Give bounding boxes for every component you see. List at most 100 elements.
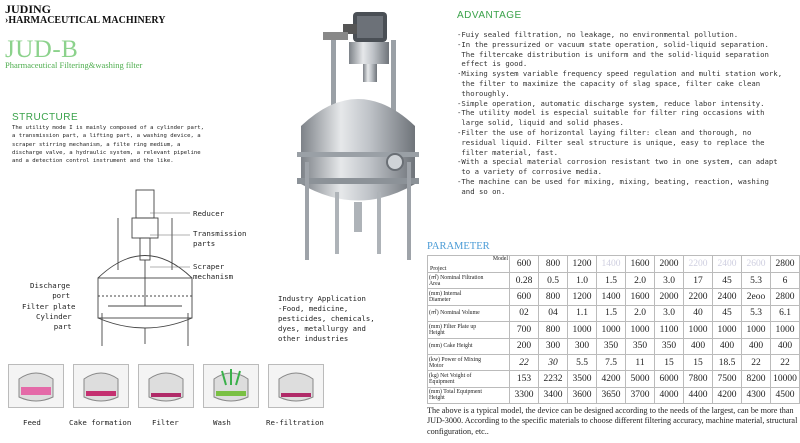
table-cell: 800 xyxy=(538,321,568,339)
table-cell: 7.5 xyxy=(596,353,626,372)
table-cell: 2800 xyxy=(770,288,800,306)
table-cell: 1.0 xyxy=(567,271,597,290)
table-cell: 6.1 xyxy=(770,304,800,323)
structure-line: The utility mode I is mainly composed of… xyxy=(12,125,204,131)
table-cell: 4200 xyxy=(596,370,626,388)
table-cell: 400 xyxy=(712,337,742,355)
parameter-title: PARAMETER xyxy=(427,241,490,252)
table-cell: 1200 xyxy=(567,288,597,306)
stage-label: Cake formation xyxy=(69,418,132,427)
stage-wash-image xyxy=(203,364,259,408)
table-cell: 17 xyxy=(683,271,713,290)
table-cell: 11 xyxy=(625,353,655,372)
parameter-footnote: The above is a typical model, the device… xyxy=(427,406,798,436)
table-cell: 400 xyxy=(683,337,713,355)
table-cell: 10000 xyxy=(770,370,800,388)
row-label: (㎡) Nominal Filtration Area xyxy=(427,271,510,290)
table-cell: 3600 xyxy=(567,386,597,405)
stage-label: Filter xyxy=(152,418,179,427)
table-cell: 45 xyxy=(712,271,742,290)
table-cell: 1.1 xyxy=(567,304,597,323)
model-header-cell: 2400 xyxy=(712,255,742,273)
table-cell: 1400 xyxy=(596,288,626,306)
table-cell: 02 xyxy=(509,304,539,323)
table-cell: 2200 xyxy=(683,288,713,306)
header-model-label: Model xyxy=(492,256,508,262)
brand-name: JUDING xyxy=(5,2,52,16)
structure-heading: STRUCTURE xyxy=(12,112,79,123)
label-discharge: Discharge port xyxy=(30,281,71,300)
table-cell: 1000 xyxy=(770,321,800,339)
table-cell: 2000 xyxy=(654,288,684,306)
table-cell: 1000 xyxy=(712,321,742,339)
advantage-item: -In the pressurized or vacuum state oper… xyxy=(457,39,769,49)
row-label: (mm) Total Equipment Height xyxy=(427,386,510,405)
table-row: (mm) Total Equipment Height 3300 3400 3600 3… xyxy=(427,386,800,405)
table-cell: 300 xyxy=(567,337,597,355)
table-cell: 600 xyxy=(509,288,539,306)
label-scraper: Scraper mechanism xyxy=(193,262,234,281)
table-cell: 3.0 xyxy=(654,271,684,290)
table-cell: 4400 xyxy=(683,386,713,405)
table-row: (mm) Filter Plate up Height 700 800 1000 100… xyxy=(427,321,800,339)
table-cell: 6 xyxy=(770,271,800,290)
table-row: (㎡) Nominal Filtration Area 0.28 0.5 1.0 1.5… xyxy=(427,271,800,290)
table-row: (mm) Internal Diameter 600 800 1200 1400 1600… xyxy=(427,288,800,306)
table-cell: 800 xyxy=(538,288,568,306)
brand-logo: JUDING ›HARMACEUTICAL MACHINERY xyxy=(5,3,165,27)
table-cell: 7500 xyxy=(712,370,742,388)
stage-feed-image xyxy=(8,364,64,408)
table-cell: 4500 xyxy=(770,386,800,405)
table-cell: 1.5 xyxy=(596,271,626,290)
table-cell: 300 xyxy=(538,337,568,355)
table-cell: 22 xyxy=(770,353,800,372)
table-cell: 200 xyxy=(509,337,539,355)
table-row: (㎥) Nominal Volume 02 04 1.1 1.5 2.0 3.0 40 45 5.… xyxy=(427,304,800,323)
table-cell: 1000 xyxy=(683,321,713,339)
table-cell: 5.3 xyxy=(741,304,771,323)
table-corner-cell: Model Project xyxy=(427,255,510,273)
stage-cake-image xyxy=(73,364,129,408)
table-cell: 8200 xyxy=(741,370,771,388)
parameter-table: Model Project 600 800 1200 1400 1600 2000 2200… xyxy=(427,255,800,405)
table-cell: 0.5 xyxy=(538,271,568,290)
advantage-item: -Filter the use of horizontal laying fil… xyxy=(457,127,765,157)
row-label: (㎥) Nominal Volume xyxy=(427,304,510,323)
table-cell: 2.0 xyxy=(625,304,655,323)
table-cell: 400 xyxy=(770,337,800,355)
row-label: (kw) Power of Mixing Motor xyxy=(427,353,510,372)
row-label: (kg) Net Voight of Equipment xyxy=(427,370,510,388)
table-cell: 2232 xyxy=(538,370,568,388)
stage-label: Re-filtration xyxy=(266,418,324,427)
model-header-cell: 2800 xyxy=(770,255,800,273)
stage-label: Feed xyxy=(23,418,41,427)
model-header-cell: 1600 xyxy=(625,255,655,273)
table-cell: 0.28 xyxy=(509,271,539,290)
stage-refiltration-image xyxy=(268,364,324,408)
row-label: (mm) Internal Diameter xyxy=(427,288,510,306)
table-cell: 1000 xyxy=(741,321,771,339)
row-label: (mm) Cake Height xyxy=(427,337,510,355)
label-filter-plate: Filter plate xyxy=(22,302,76,311)
stage-filter-image xyxy=(138,364,194,408)
table-row: (mm) Cake Height 200 300 300 350 350 350 400 400… xyxy=(427,337,800,355)
structure-text: The utility mode I is mainly composed of… xyxy=(12,124,282,165)
advantage-item: -Fuiy sealed filtration, no leakage, no … xyxy=(457,30,739,39)
table-cell: 3.0 xyxy=(654,304,684,323)
advantage-item: ·Mixing system variable frequency speed … xyxy=(457,69,783,98)
table-cell: 3400 xyxy=(538,386,568,405)
structure-line: scraper stirring mechanism, a filte ring… xyxy=(12,141,181,148)
table-cell: 45 xyxy=(712,304,742,323)
table-cell: 1100 xyxy=(654,321,684,339)
table-cell: 40 xyxy=(683,304,713,323)
advantage-item: The filtercake distribution is uniform a… xyxy=(461,49,769,69)
table-cell: 22 xyxy=(509,353,539,372)
table-cell: 18.5 xyxy=(712,353,742,372)
table-cell: 22 xyxy=(741,353,771,372)
label-cylinder: Cylinder part xyxy=(36,312,72,331)
table-row: (kw) Power of Mixing Motor 22 30 5.5 7.5 11 15… xyxy=(427,353,800,372)
table-cell: 1000 xyxy=(596,321,626,339)
structure-line: and a detection control instrument and t… xyxy=(12,158,174,165)
table-cell: 350 xyxy=(625,337,655,355)
table-cell: 3300 xyxy=(509,386,539,405)
